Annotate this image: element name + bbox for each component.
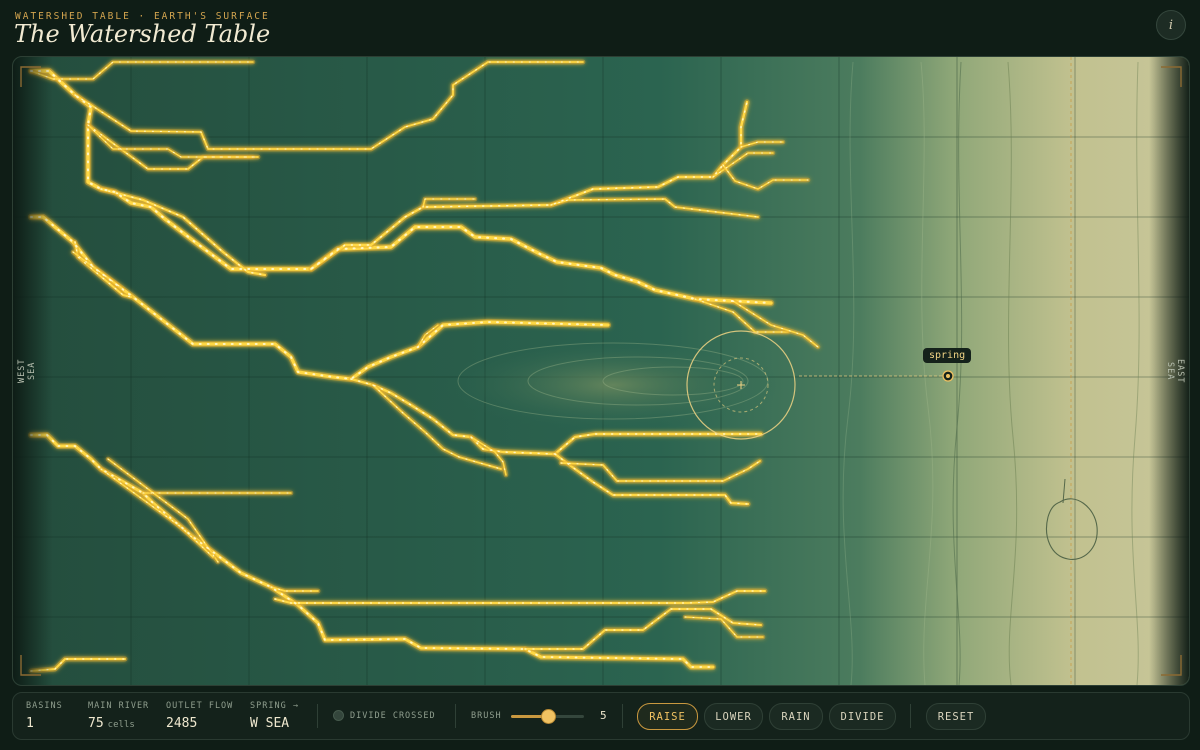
page-title: The Watershed Table — [14, 20, 271, 48]
terrain-canvas[interactable] — [13, 57, 1189, 685]
spring-tag: spring — [923, 348, 972, 363]
info-button[interactable]: i — [1156, 10, 1186, 40]
divider — [622, 704, 623, 728]
outlet-flow-value: 2485 — [166, 716, 198, 731]
stat-outlet-flow: OUTLET FLOW 2485 — [166, 701, 233, 731]
divider — [317, 704, 318, 728]
main-river-label: MAIN RIVER — [88, 701, 150, 711]
east-sea-label: EAST SEA — [1165, 358, 1185, 384]
divide-button[interactable]: DIVIDE — [829, 703, 896, 730]
divider — [910, 704, 911, 728]
basins-value: 1 — [26, 716, 34, 731]
divider — [455, 704, 456, 728]
main-river-value: 75 — [88, 716, 104, 731]
stat-main-river: MAIN RIVER 75 cells — [88, 701, 149, 731]
divide-crossed-label: DIVIDE CROSSED — [350, 710, 436, 721]
west-sea-label: WEST SEA — [17, 358, 37, 384]
brush-value: 5 — [600, 709, 607, 722]
divide-indicator: DIVIDE CROSSED — [333, 710, 436, 721]
main-river-unit: cells — [107, 720, 135, 730]
info-icon: i — [1168, 17, 1174, 33]
outlet-flow-label: OUTLET FLOW — [166, 701, 234, 711]
reset-button[interactable]: RESET — [926, 703, 986, 730]
brush-slider-knob[interactable] — [540, 709, 556, 724]
brush-label: BRUSH — [471, 711, 502, 721]
basins-label: BASINS — [26, 701, 63, 711]
brush-size-slider[interactable] — [511, 709, 584, 724]
spring-marker[interactable] — [942, 370, 954, 382]
terrain-map[interactable]: WEST SEA EAST SEA spring — [12, 56, 1190, 686]
lower-button[interactable]: LOWER — [704, 703, 763, 730]
stat-spring: SPRING → W SEA — [250, 701, 299, 731]
raised-ridge — [443, 339, 783, 431]
rain-button[interactable]: RAIN — [769, 703, 823, 730]
stat-basins: BASINS 1 — [26, 701, 63, 731]
raise-button[interactable]: RAISE — [637, 703, 698, 730]
spring-dest-value: W SEA — [250, 716, 290, 731]
control-bar: BASINS 1 MAIN RIVER 75 cells OUTLET FLOW … — [12, 692, 1190, 740]
divide-status-dot — [333, 710, 344, 721]
spring-dest-label: SPRING → — [250, 701, 299, 711]
